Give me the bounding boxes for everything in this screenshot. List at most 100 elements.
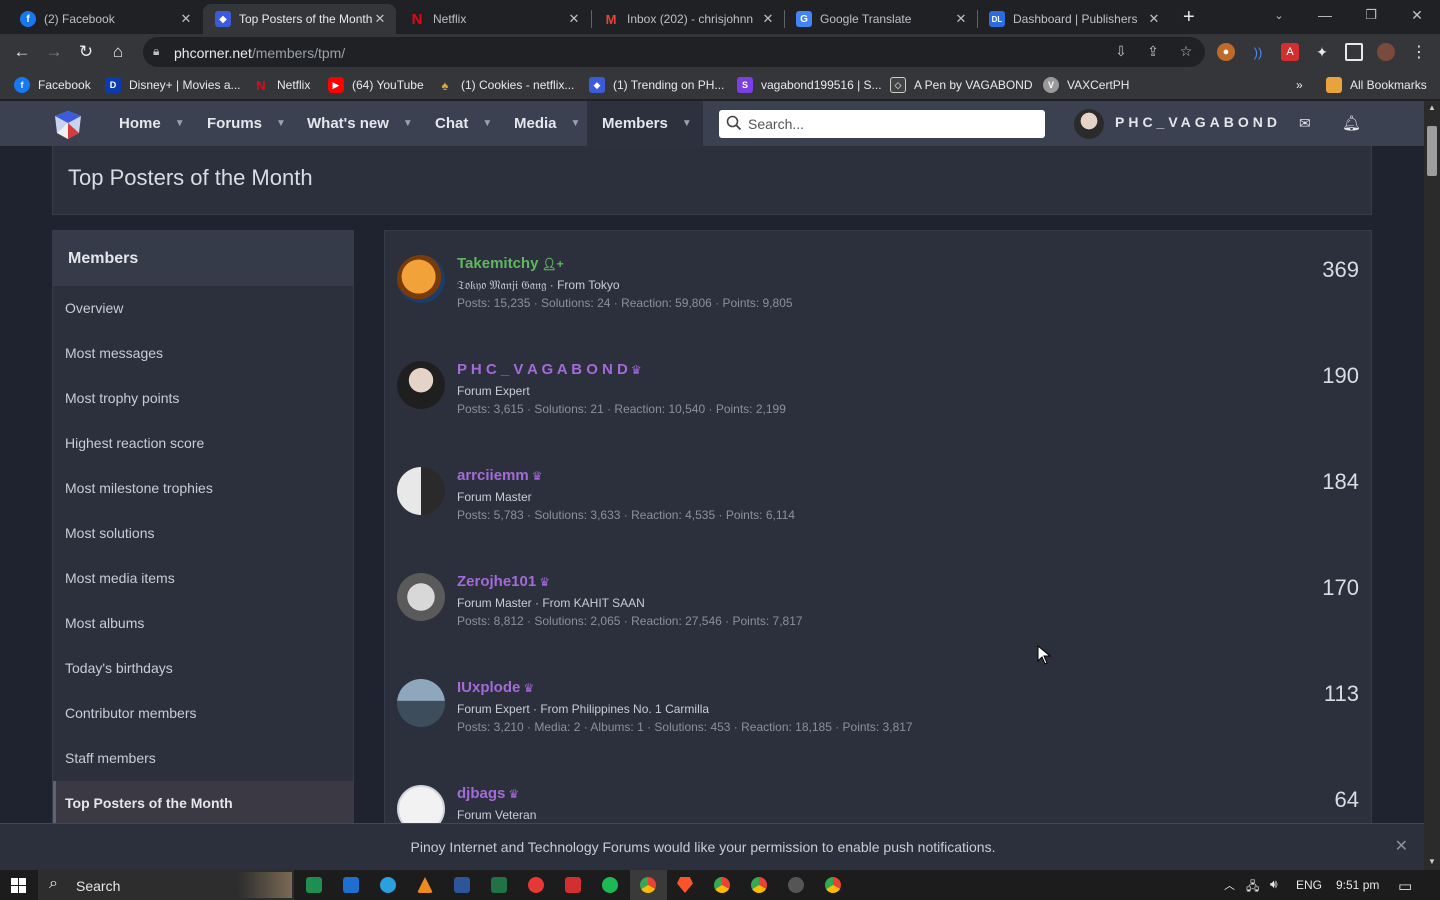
close-icon[interactable]: ✕ [760, 11, 776, 27]
nav-media[interactable]: Media ▼ [514, 101, 580, 146]
window-close-icon[interactable]: ✕ [1394, 0, 1440, 30]
chrome-profile-app-icon[interactable] [751, 877, 767, 893]
menu-kebab-icon[interactable]: ⋮ [1410, 43, 1428, 61]
tab-facebook[interactable]: f (2) Facebook ✕ [8, 4, 202, 34]
share-icon[interactable]: ⇪ [1144, 43, 1162, 61]
nav-whats-new[interactable]: What's new ▼ [307, 101, 413, 146]
all-bookmarks-folder[interactable]: All Bookmarks [1326, 76, 1427, 94]
taskbar-search-input[interactable]: ⌕ Search [38, 870, 294, 900]
close-icon[interactable]: ✕ [566, 11, 582, 27]
sidebar-item-top-posters-of-the-month[interactable]: Top Posters of the Month [53, 781, 353, 823]
windows-start-icon[interactable] [11, 878, 26, 893]
bookmark-vaxcert[interactable]: V VAXCertPH [1043, 76, 1129, 94]
chrome-profile-app-icon[interactable] [825, 877, 841, 893]
volume-icon[interactable]: 🔊︎ [1270, 877, 1278, 892]
bookmark-youtube[interactable]: ▶ (64) YouTube [328, 76, 424, 94]
member-name[interactable]: djbags ♛ [457, 785, 519, 802]
nav-members[interactable]: Members ▼ [587, 101, 703, 146]
pdf-extension-icon[interactable]: A [1281, 43, 1299, 61]
bookmark-netflix[interactable]: N Netflix [253, 76, 310, 94]
user-avatar[interactable] [1074, 109, 1104, 139]
caret-down-icon[interactable]: ▼ [276, 118, 286, 129]
recorder-app-icon[interactable] [565, 877, 581, 893]
side-panel-icon[interactable] [1345, 43, 1363, 61]
caret-down-icon[interactable]: ▼ [403, 118, 413, 129]
nav-home[interactable]: Home ▼ [119, 101, 185, 146]
bookmark-codepen[interactable]: ◇ A Pen by VAGABOND [890, 76, 1033, 94]
caret-down-icon[interactable]: ▼ [571, 118, 581, 129]
close-icon[interactable]: ✕ [953, 11, 969, 27]
bookmark-cookies[interactable]: ♠ (1) Cookies - netflix... [437, 76, 575, 94]
notification-center-icon[interactable]: ▭ [1398, 877, 1412, 895]
brave-app-icon[interactable] [677, 877, 693, 893]
spotify-app-icon[interactable] [602, 877, 618, 893]
bookmark-disney[interactable]: D Disney+ | Movies a... [105, 76, 241, 94]
tab-top-posters[interactable]: ◆ Top Posters of the Month ✕ [203, 4, 396, 34]
member-name[interactable]: Zerojhe101 ♛ [457, 573, 550, 590]
caret-down-icon[interactable]: ▼ [482, 118, 492, 129]
tray-chevron-up-icon[interactable]: ︿ [1224, 877, 1235, 893]
red-app-icon[interactable] [528, 877, 544, 893]
sidebar-item-most-milestone-trophies[interactable]: Most milestone trophies [53, 466, 353, 511]
scroll-down-arrow-icon[interactable]: ▼ [1428, 857, 1436, 866]
home-icon[interactable]: ⌂ [107, 41, 129, 63]
user-menu[interactable]: PHC_VAGABOND [1115, 114, 1281, 130]
member-name[interactable]: arrciiemm ♛ [457, 467, 542, 484]
caret-down-icon[interactable]: ▼ [175, 118, 185, 129]
close-icon[interactable]: ✕ [178, 11, 194, 27]
tab-dashboard[interactable]: DL Dashboard | Publishers ✕ [977, 4, 1170, 34]
wordpad-app-icon[interactable] [788, 877, 804, 893]
reload-icon[interactable]: ↻ [75, 41, 97, 63]
terminal-app-icon[interactable] [306, 877, 322, 893]
lock-icon[interactable]: 🔒︎ [153, 44, 159, 59]
nav-chat[interactable]: Chat ▼ [435, 101, 492, 146]
chrome-app-icon[interactable] [640, 877, 656, 893]
member-avatar[interactable] [397, 361, 445, 409]
tab-gmail[interactable]: M Inbox (202) - chrisjohnn ✕ [591, 4, 784, 34]
tab-search-chevron-icon[interactable]: ⌄ [1256, 0, 1302, 30]
extensions-puzzle-icon[interactable]: ✦ [1313, 43, 1331, 61]
minimize-icon[interactable]: — [1302, 0, 1348, 30]
new-tab-plus-icon[interactable]: + [1183, 6, 1195, 29]
scroll-up-arrow-icon[interactable]: ▲ [1428, 103, 1436, 112]
language-indicator[interactable]: ENG [1296, 878, 1322, 892]
sidebar-item-highest-reaction-score[interactable]: Highest reaction score [53, 421, 353, 466]
member-name[interactable]: IUxplode ♛ [457, 679, 534, 696]
tab-netflix[interactable]: N Netflix ✕ [397, 4, 590, 34]
sidebar-item-most-solutions[interactable]: Most solutions [53, 511, 353, 556]
close-icon[interactable]: ✕ [1395, 836, 1408, 856]
sidebar-item-most-trophy-points[interactable]: Most trophy points [53, 376, 353, 421]
address-bar[interactable]: 🔒︎ phcorner.net/members/tpm/ ⇩ ⇪ ☆ [143, 37, 1205, 67]
bookmark-vagabond[interactable]: Svagabond199516 | S... [737, 76, 882, 94]
audio-extension-icon[interactable]: )) [1249, 43, 1267, 61]
page-scrollbar[interactable]: ▲ ▼ [1424, 101, 1440, 870]
back-arrow-icon[interactable]: ← [11, 41, 33, 63]
calendar-app-icon[interactable] [343, 877, 359, 893]
clock[interactable]: 9:51 pm [1336, 878, 1379, 892]
search-input[interactable]: Search... [719, 110, 1045, 138]
member-avatar[interactable] [397, 255, 445, 303]
cookie-extension-icon[interactable]: ● [1217, 43, 1235, 61]
sidebar-item-contributor-members[interactable]: Contributor members [53, 691, 353, 736]
scrollbar-thumb[interactable] [1427, 126, 1437, 176]
telegram-app-icon[interactable] [380, 877, 396, 893]
sidebar-item-overview[interactable]: Overview [53, 286, 353, 331]
sidebar-item-most-media-items[interactable]: Most media items [53, 556, 353, 601]
vlc-app-icon[interactable] [417, 877, 433, 893]
excel-app-icon[interactable] [491, 877, 507, 893]
bell-icon[interactable]: 🔔︎ [1342, 114, 1361, 132]
word-app-icon[interactable] [454, 877, 470, 893]
sidebar-item-staff-members[interactable]: Staff members [53, 736, 353, 781]
sidebar-item-todays-birthdays[interactable]: Today's birthdays [53, 646, 353, 691]
bookmark-facebook[interactable]: f Facebook [14, 76, 91, 94]
restore-icon[interactable]: ❐ [1348, 0, 1394, 30]
chrome-profile-app-icon[interactable] [714, 877, 730, 893]
caret-down-icon[interactable]: ▼ [682, 118, 692, 129]
close-icon[interactable]: ✕ [372, 11, 388, 27]
bookmark-trending-ph[interactable]: ◆ (1) Trending on PH... [589, 76, 724, 94]
close-icon[interactable]: ✕ [1146, 11, 1162, 27]
network-icon[interactable]: 🖧︎ [1246, 877, 1259, 898]
bookmark-star-icon[interactable]: ☆ [1177, 43, 1195, 61]
install-app-icon[interactable]: ⇩ [1112, 43, 1130, 61]
member-avatar[interactable] [397, 679, 445, 727]
